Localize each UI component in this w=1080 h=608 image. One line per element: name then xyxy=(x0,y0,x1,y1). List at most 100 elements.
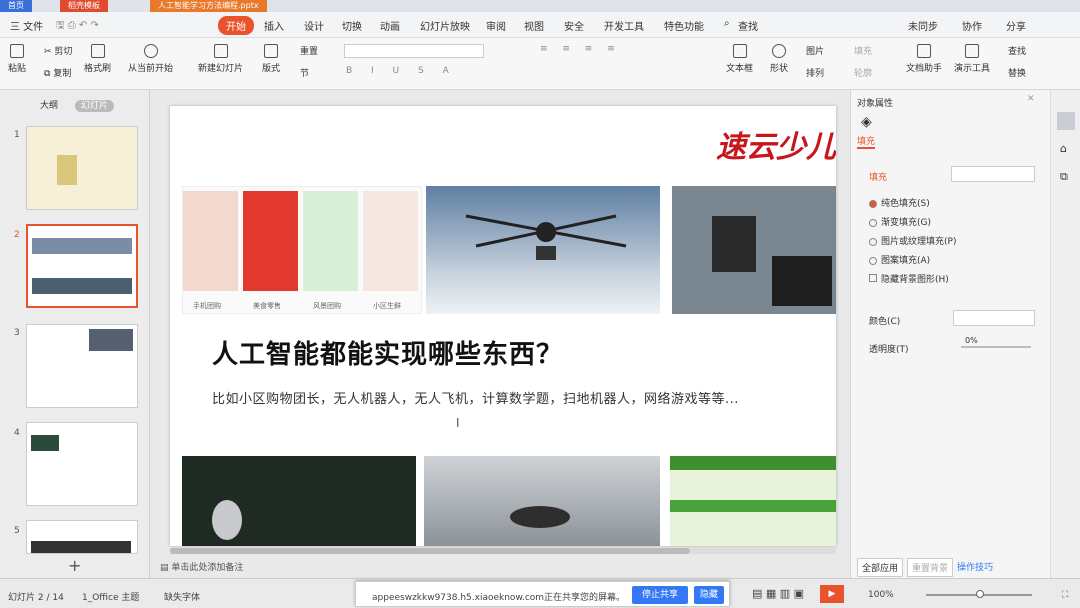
quick-access-icons[interactable]: 🖫 ⎙ ↶ ↷ xyxy=(56,18,99,35)
fill-type-select[interactable] xyxy=(951,166,1035,182)
share-button[interactable]: 分享 xyxy=(1006,18,1026,33)
slide-thumbnail-5[interactable] xyxy=(26,520,138,554)
replace-button[interactable]: 替换 xyxy=(1008,66,1026,79)
present-tool-button[interactable]: 演示工具 xyxy=(954,44,990,74)
text-cursor-icon: I xyxy=(456,416,460,430)
textbox-icon xyxy=(732,44,747,58)
fill-button[interactable]: 填充 xyxy=(854,44,872,57)
doc-assistant-button[interactable]: 文档助手 xyxy=(906,44,942,74)
menu-item-10[interactable]: 特色功能 xyxy=(664,18,704,33)
menu-item-0[interactable]: 开始 xyxy=(218,16,254,35)
reset-bg-button[interactable]: 重置背景 xyxy=(907,558,954,577)
section-button[interactable]: 节 xyxy=(300,66,309,79)
option-picture[interactable]: 图片或纹理填充(P) xyxy=(869,234,956,247)
play-slideshow-button[interactable]: ▶ xyxy=(820,585,844,603)
transparency-slider[interactable] xyxy=(961,346,1031,348)
cut-button[interactable]: ✂ 剪切 xyxy=(44,44,72,57)
radio-icon xyxy=(869,256,877,265)
transition-icon[interactable]: ⧉ xyxy=(1060,170,1068,184)
zoom-slider-thumb[interactable] xyxy=(976,590,984,598)
menu-item-2[interactable]: 设计 xyxy=(304,18,324,33)
close-icon[interactable]: ✕ xyxy=(1027,94,1035,104)
option-pattern[interactable]: 图案填充(A) xyxy=(869,253,930,266)
font-style-buttons[interactable]: B I U S A xyxy=(346,66,457,76)
picture-button[interactable]: 图片 xyxy=(806,44,824,57)
transparency-value: 0% xyxy=(965,336,978,345)
reset-button[interactable]: 重置 xyxy=(300,44,318,57)
tab-fill[interactable]: 填充 xyxy=(857,134,876,149)
tab-home[interactable]: 首页 xyxy=(0,0,32,12)
copy-button[interactable]: ⧉ 复制 xyxy=(44,66,71,79)
slide-thumbnail-2[interactable] xyxy=(26,224,138,308)
thumb-image xyxy=(31,541,131,553)
menu-item-3[interactable]: 切换 xyxy=(342,18,362,33)
theme-name[interactable]: 1_Office 主题 xyxy=(82,590,139,603)
notes-area[interactable]: ▤ 单击此处添加备注 xyxy=(160,560,243,573)
option-solid[interactable]: 纯色填充(S) xyxy=(869,196,930,209)
menu-item-1[interactable]: 插入 xyxy=(264,18,284,33)
copy-icon: ⧉ xyxy=(44,69,51,79)
tab-slides[interactable]: 幻灯片 xyxy=(74,100,114,112)
scissors-icon: ✂ xyxy=(44,47,52,57)
option-gradient[interactable]: 渐变填充(G) xyxy=(869,215,931,228)
find-button[interactable]: 查找 xyxy=(1008,44,1026,57)
tips-link[interactable]: 操作技巧 xyxy=(957,560,993,573)
font-family-select[interactable] xyxy=(344,44,484,58)
missing-font[interactable]: 缺失字体 xyxy=(164,590,200,603)
properties-icon[interactable] xyxy=(1057,112,1075,130)
assistant-icon xyxy=(917,44,931,58)
tab-docer[interactable]: 稻壳模板 xyxy=(60,0,108,12)
slide-thumbnail-3[interactable] xyxy=(26,324,138,408)
view-buttons-icon[interactable]: ▤ ▦ ▥ ▣ xyxy=(752,587,804,600)
hide-share-button[interactable]: 隐藏 xyxy=(694,586,725,604)
slide-canvas[interactable]: 速云少儿 手机团购 美食零售 风景团购 小区生鲜 人工智能都能实现哪些东西？ 比… xyxy=(170,106,836,546)
tab-outline[interactable]: 大纲 xyxy=(40,101,58,111)
horizontal-scrollbar[interactable] xyxy=(170,548,836,554)
menu-item-5[interactable]: 幻灯片放映 xyxy=(420,18,470,33)
sync-status[interactable]: 未同步 xyxy=(908,18,938,33)
outline-button[interactable]: 轮廓 xyxy=(854,66,872,79)
slide-thumbnail-1[interactable] xyxy=(26,126,138,210)
caption-4: 小区生鲜 xyxy=(373,302,401,310)
zoom-slider[interactable] xyxy=(926,590,1032,598)
caption-1: 手机团购 xyxy=(193,302,221,310)
app-screenshots-image: 手机团购 美食零售 风景团购 小区生鲜 xyxy=(182,186,422,314)
collab-button[interactable]: 协作 xyxy=(962,18,982,33)
arrange-button[interactable]: 排列 xyxy=(806,66,824,79)
menu-item-6[interactable]: 审阅 xyxy=(486,18,506,33)
style-icon[interactable]: ⌂ xyxy=(1060,142,1067,155)
menu-search[interactable]: 查找 xyxy=(738,18,758,33)
menu-file[interactable]: 三 文件 xyxy=(10,18,43,33)
add-slide-button[interactable]: + xyxy=(68,556,81,575)
hide-bg-checkbox[interactable]: 隐藏背景图形(H) xyxy=(869,272,949,285)
paragraph-buttons[interactable]: ≡ ≡ ≡ ≡ xyxy=(540,44,621,54)
format-painter-button[interactable]: 格式刷 xyxy=(84,44,111,74)
zoom-level[interactable]: 100% xyxy=(868,590,894,600)
scrollbar-thumb[interactable] xyxy=(170,548,690,554)
textbox-button[interactable]: 文本框 xyxy=(726,44,753,74)
thumb-num-3: 3 xyxy=(14,328,20,338)
phone-screen-4 xyxy=(363,191,418,291)
shape-button[interactable]: 形状 xyxy=(770,44,788,74)
thumb-image xyxy=(31,435,59,451)
color-select[interactable] xyxy=(953,310,1035,326)
layout-button[interactable]: 版式 xyxy=(262,44,280,74)
tab-document[interactable]: 人工智能学习方法编程.pptx xyxy=(150,0,267,12)
new-slide-button[interactable]: 新建幻灯片 xyxy=(198,44,243,74)
phone-screen-1 xyxy=(183,191,238,291)
menu-item-4[interactable]: 动画 xyxy=(380,18,400,33)
from-current-button[interactable]: 从当前开始 xyxy=(128,44,173,74)
slide-thumbnail-4[interactable] xyxy=(26,422,138,506)
thumb-image xyxy=(32,238,132,254)
menu-item-7[interactable]: 视图 xyxy=(524,18,544,33)
paste-button[interactable]: 粘贴 xyxy=(8,44,26,74)
menu-item-9[interactable]: 开发工具 xyxy=(604,18,644,33)
site-nav xyxy=(670,500,836,512)
stop-share-button[interactable]: 停止共享 xyxy=(632,586,689,604)
search-icon[interactable]: ⌕ xyxy=(724,18,730,29)
paste-icon xyxy=(10,44,24,58)
apply-all-button[interactable]: 全部应用 xyxy=(857,558,904,577)
radio-icon xyxy=(869,218,877,227)
menu-item-8[interactable]: 安全 xyxy=(564,18,584,33)
fit-window-icon[interactable]: ⛶ xyxy=(1062,590,1068,600)
